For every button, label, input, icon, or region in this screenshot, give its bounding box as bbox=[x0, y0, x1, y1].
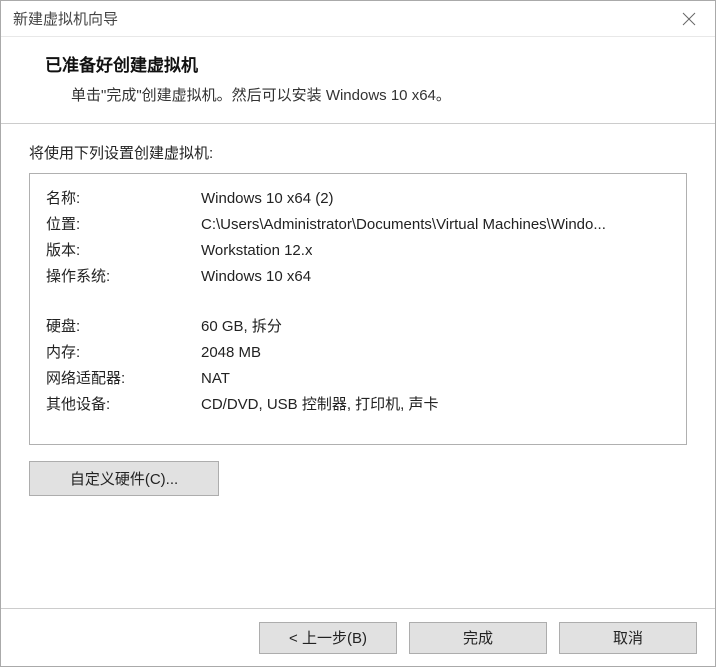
row-location: 位置: C:\Users\Administrator\Documents\Vir… bbox=[46, 212, 670, 238]
customize-row: 自定义硬件(C)... bbox=[29, 461, 687, 496]
row-name: 名称: Windows 10 x64 (2) bbox=[46, 186, 670, 212]
dialog-window: 新建虚拟机向导 已准备好创建虚拟机 单击"完成"创建虚拟机。然后可以安装 Win… bbox=[0, 0, 716, 667]
disk-label: 硬盘: bbox=[46, 314, 201, 340]
location-label: 位置: bbox=[46, 212, 201, 238]
summary-box: 名称: Windows 10 x64 (2) 位置: C:\Users\Admi… bbox=[29, 173, 687, 445]
back-button[interactable]: < 上一步(B) bbox=[259, 622, 397, 654]
memory-value: 2048 MB bbox=[201, 340, 261, 366]
row-os: 操作系统: Windows 10 x64 bbox=[46, 264, 670, 290]
customize-hardware-button[interactable]: 自定义硬件(C)... bbox=[29, 461, 219, 496]
intro-text: 将使用下列设置创建虚拟机: bbox=[29, 142, 687, 163]
network-value: NAT bbox=[201, 366, 230, 392]
window-title: 新建虚拟机向导 bbox=[13, 8, 118, 29]
row-network: 网络适配器: NAT bbox=[46, 366, 670, 392]
content-area: 将使用下列设置创建虚拟机: 名称: Windows 10 x64 (2) 位置:… bbox=[1, 124, 715, 608]
row-version: 版本: Workstation 12.x bbox=[46, 238, 670, 264]
row-memory: 内存: 2048 MB bbox=[46, 340, 670, 366]
other-value: CD/DVD, USB 控制器, 打印机, 声卡 bbox=[201, 392, 439, 418]
version-value: Workstation 12.x bbox=[201, 238, 312, 264]
finish-button[interactable]: 完成 bbox=[409, 622, 547, 654]
row-other: 其他设备: CD/DVD, USB 控制器, 打印机, 声卡 bbox=[46, 392, 670, 418]
version-label: 版本: bbox=[46, 238, 201, 264]
titlebar: 新建虚拟机向导 bbox=[1, 1, 715, 37]
os-value: Windows 10 x64 bbox=[201, 264, 311, 290]
header-area: 已准备好创建虚拟机 单击"完成"创建虚拟机。然后可以安装 Windows 10 … bbox=[1, 37, 715, 124]
location-value: C:\Users\Administrator\Documents\Virtual… bbox=[201, 212, 606, 238]
close-icon[interactable] bbox=[673, 3, 705, 35]
other-label: 其他设备: bbox=[46, 392, 201, 418]
os-label: 操作系统: bbox=[46, 264, 201, 290]
memory-label: 内存: bbox=[46, 340, 201, 366]
row-disk: 硬盘: 60 GB, 拆分 bbox=[46, 314, 670, 340]
name-label: 名称: bbox=[46, 186, 201, 212]
footer: < 上一步(B) 完成 取消 bbox=[1, 608, 715, 666]
name-value: Windows 10 x64 (2) bbox=[201, 186, 334, 212]
cancel-button[interactable]: 取消 bbox=[559, 622, 697, 654]
disk-value: 60 GB, 拆分 bbox=[201, 314, 282, 340]
page-title: 已准备好创建虚拟机 bbox=[45, 51, 685, 76]
network-label: 网络适配器: bbox=[46, 366, 201, 392]
page-subtitle: 单击"完成"创建虚拟机。然后可以安装 Windows 10 x64。 bbox=[71, 84, 685, 105]
